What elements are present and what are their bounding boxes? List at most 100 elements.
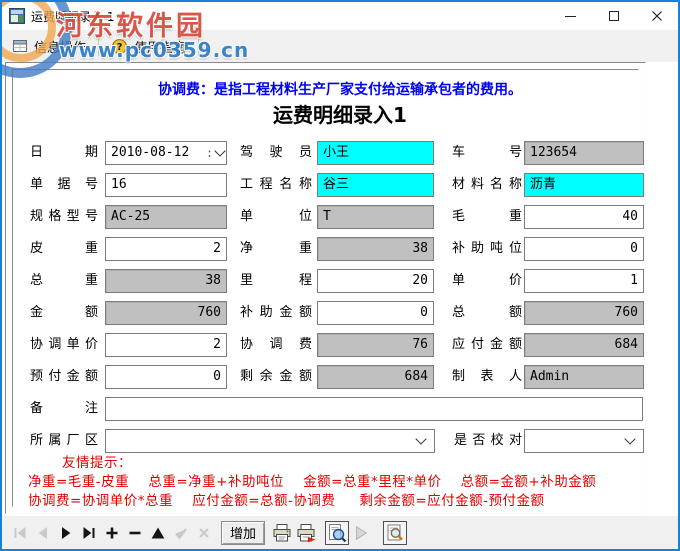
minimize-button[interactable] <box>549 2 592 30</box>
unit-label: 单 位 <box>240 209 312 224</box>
table-maker-field: Admin <box>524 365 644 389</box>
forward-button[interactable] <box>351 521 371 544</box>
unit-price-input[interactable]: 1 <box>524 269 644 293</box>
notice-text: 协调费：是指工程材料生产厂家支付给运输承包者的费用。 <box>158 82 522 98</box>
date-label: 日 期 <box>30 145 98 160</box>
coordination-unit-price-input[interactable]: 2 <box>105 333 227 357</box>
print-selected-button[interactable] <box>295 521 317 544</box>
maximize-button[interactable] <box>592 2 635 30</box>
remark-input[interactable] <box>105 397 643 421</box>
bottom-toolbar: 增加 <box>2 516 678 549</box>
prepaid-amount-label: 预付金额 <box>30 369 98 384</box>
chevron-down-icon <box>415 433 427 445</box>
menu-item-user-guide[interactable]: ? 使用指南 <box>107 33 190 59</box>
coordination-fee-field: 76 <box>317 333 434 357</box>
factory-area-select[interactable] <box>105 429 435 453</box>
nav-delete-button[interactable] <box>123 521 146 544</box>
form-row: 日 期 2010-08-12 : 驾 驶 员 小王 车 号 123654 <box>2 141 678 165</box>
subsidy-amount-input[interactable]: 0 <box>317 301 434 325</box>
form-row: 协调单价 2 协 调 费 76 应付金额 684 <box>2 333 678 357</box>
cancel-edit-icon <box>198 527 209 538</box>
form-row: 所属厂区 是否校对 <box>2 429 678 453</box>
unit-field: T <box>317 205 434 229</box>
coordination-fee-label: 协 调 费 <box>240 337 312 352</box>
remark-label: 备 注 <box>30 401 98 416</box>
table-maker-label: 制 表 人 <box>452 369 522 384</box>
print-button[interactable] <box>271 521 293 544</box>
proofread-label: 是否校对 <box>454 433 522 448</box>
project-name-label: 工程名称 <box>240 177 312 192</box>
svg-text:?: ? <box>117 42 123 53</box>
hint-line: 净重=毛重-皮重 总重=净重+补助吨位 金额=总重*里程*单价 总额=金额+补助… <box>28 474 597 490</box>
nav-next-button[interactable] <box>54 521 77 544</box>
form-row: 金 额 760 补助金额 0 总 额 760 <box>2 301 678 325</box>
material-name-label: 材料名称 <box>452 177 522 192</box>
minimize-icon <box>565 15 576 17</box>
project-name-input[interactable]: 谷三 <box>317 173 434 197</box>
prepaid-amount-input[interactable]: 0 <box>105 365 227 389</box>
menu-item-info-operation[interactable]: 信息操作 <box>8 33 90 59</box>
form-window-icon <box>13 40 27 52</box>
gross-weight-input[interactable]: 40 <box>524 205 644 229</box>
close-button[interactable] <box>635 2 678 30</box>
subsidy-amount-label: 补助金额 <box>240 305 312 320</box>
remaining-amount-field: 684 <box>317 365 434 389</box>
printer-arrow-icon <box>297 523 316 542</box>
post-edit-icon <box>174 527 187 539</box>
total-weight-field: 38 <box>105 269 227 293</box>
gross-weight-label: 毛 重 <box>452 209 522 224</box>
total-amount-field: 760 <box>524 301 644 325</box>
amount-label: 金 额 <box>30 305 98 320</box>
nav-cancel-button[interactable] <box>192 521 215 544</box>
nav-prior-button[interactable] <box>31 521 54 544</box>
spec-model-label: 规格型号 <box>30 209 98 224</box>
material-name-input[interactable]: 沥青 <box>524 173 644 197</box>
window-title: 运费明细录入 1 <box>31 9 115 24</box>
nav-first-button[interactable] <box>8 521 31 544</box>
search-magnifier-icon <box>387 524 403 540</box>
date-mark: : <box>205 145 214 160</box>
total-weight-label: 总 重 <box>30 273 98 288</box>
search-button[interactable] <box>383 520 407 545</box>
proofread-select[interactable] <box>524 429 644 453</box>
add-button[interactable]: 增加 <box>221 520 265 545</box>
nav-last-button[interactable] <box>77 521 100 544</box>
printer-icon <box>273 523 291 541</box>
nav-edit-button[interactable] <box>146 521 169 544</box>
delete-record-icon <box>129 531 140 534</box>
total-amount-label: 总 额 <box>452 305 522 320</box>
document-number-label: 单 据 号 <box>30 177 98 192</box>
tare-weight-input[interactable]: 2 <box>105 237 227 261</box>
insert-record-icon <box>106 527 117 538</box>
spec-model-field: AC-25 <box>105 205 227 229</box>
date-dropdown-button[interactable]: : <box>204 142 226 164</box>
page-title: 运费明细录入1 <box>273 103 407 127</box>
document-number-input[interactable]: 16 <box>105 173 227 197</box>
nav-insert-button[interactable] <box>100 521 123 544</box>
mileage-input[interactable]: 20 <box>317 269 434 293</box>
car-number-field: 123654 <box>524 141 644 165</box>
menu-item-label: 信息操作 <box>34 40 87 56</box>
help-question-icon: ? <box>112 38 127 54</box>
prior-record-icon <box>38 526 47 539</box>
form-row: 预付金额 0 剩余金额 684 制 表 人 Admin <box>2 365 678 389</box>
form-row: 备 注 <box>2 397 678 421</box>
forward-arrow-icon <box>356 525 368 540</box>
next-record-icon <box>61 526 70 539</box>
nav-post-button[interactable] <box>169 521 192 544</box>
form-row: 总 重 38 里 程 20 单 价 1 <box>2 269 678 293</box>
hint-line: 友情提示： <box>62 455 132 471</box>
hint-line: 协调费=协调单价*总重 应付金额=总额-协调费 剩余金额=应付金额-预付金额 <box>28 493 545 509</box>
subsidy-tonnage-input[interactable]: 0 <box>524 237 644 261</box>
payable-amount-field: 684 <box>524 333 644 357</box>
driver-input[interactable]: 小王 <box>317 141 434 165</box>
preview-button[interactable] <box>325 520 349 545</box>
net-weight-label: 净 重 <box>240 241 312 256</box>
last-record-icon <box>83 526 94 539</box>
menu-separator <box>98 36 100 56</box>
title-bar: 运费明细录入 1 <box>2 2 678 30</box>
date-input[interactable]: 2010-08-12 : <box>105 141 227 165</box>
subsidy-tonnage-label: 补助吨位 <box>452 241 522 256</box>
edit-record-icon <box>151 527 164 538</box>
amount-field: 760 <box>105 301 227 325</box>
